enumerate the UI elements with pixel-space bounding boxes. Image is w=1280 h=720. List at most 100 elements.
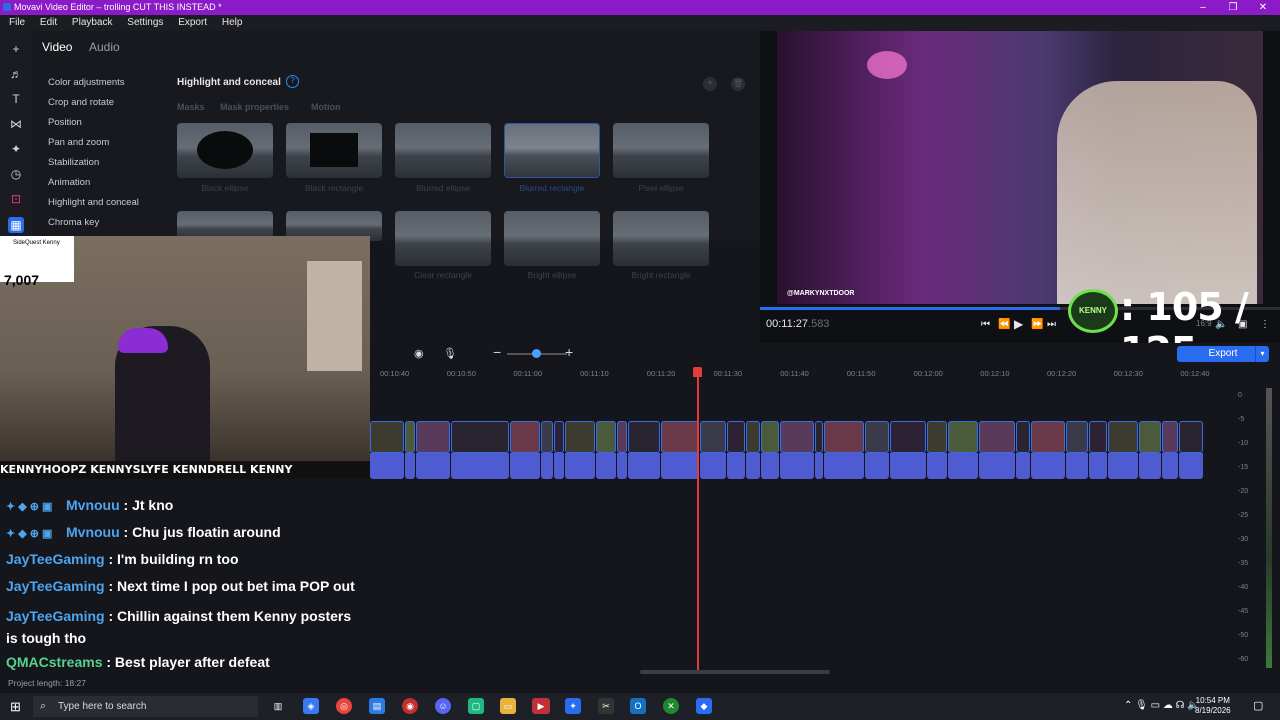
prop-pan-zoom[interactable]: Pan and zoom [48,137,109,148]
clock[interactable]: 10:54 PM 8/19/2026 [1195,696,1231,716]
audio-waveform[interactable] [1016,453,1030,479]
music-icon[interactable]: ♬ [8,66,24,82]
audio-waveform[interactable] [927,453,947,479]
prop-crop-rotate[interactable]: Crop and rotate [48,97,114,108]
timeline-scrollbar[interactable] [640,670,830,674]
minimize-button[interactable]: – [1186,0,1220,15]
notification-icon[interactable]: ▢ [1253,699,1263,712]
audio-waveform[interactable] [815,453,823,479]
prop-animation[interactable]: Animation [48,177,90,188]
step-back-icon[interactable]: ⏪ [998,319,1010,330]
video-clip[interactable] [780,421,814,453]
audio-waveform[interactable] [746,453,760,479]
video-clip[interactable] [617,421,627,453]
audio-waveform[interactable] [1139,453,1161,479]
audio-waveform[interactable] [416,453,450,479]
microphone-icon[interactable]: 🎙 [443,347,457,360]
video-clip[interactable] [1066,421,1088,453]
audio-waveform[interactable] [700,453,726,479]
titles-icon[interactable]: T [8,91,24,107]
stickers-icon[interactable]: ◷ [8,166,24,182]
effect-black-rectangle[interactable] [286,123,382,178]
video-clip[interactable] [596,421,616,453]
prop-chroma-key[interactable]: Chroma key [48,217,99,228]
video-editor-icon[interactable]: ▶ [532,698,550,714]
capcut-icon[interactable]: ✂ [598,698,614,714]
audio-waveform[interactable] [890,453,926,479]
audio-waveform[interactable] [510,453,540,479]
subtab-mask-properties[interactable]: Mask properties [220,102,289,112]
prop-stabilization[interactable]: Stabilization [48,157,99,168]
copilot-icon[interactable]: ◈ [303,698,319,714]
video-clip[interactable] [1179,421,1203,453]
audio-waveform[interactable] [596,453,616,479]
xbox-icon[interactable]: ✕ [663,698,679,714]
file-explorer-icon[interactable]: ▭ [500,698,516,714]
effect-black-ellipse[interactable] [177,123,273,178]
audio-waveform[interactable] [617,453,627,479]
audio-waveform[interactable] [628,453,660,479]
export-button[interactable]: Export ▾ [1177,346,1269,362]
subtab-masks[interactable]: Masks [177,102,205,112]
video-clip[interactable] [865,421,889,453]
video-clip[interactable] [824,421,864,453]
video-clip[interactable] [541,421,553,453]
chevron-down-icon[interactable]: ▾ [1255,346,1269,362]
task-view-icon[interactable]: ▥ [270,698,286,714]
restore-button[interactable]: ❐ [1216,0,1250,15]
prop-color-adjustments[interactable]: Color adjustments [48,77,125,88]
tray-icons[interactable]: ⌃ 🎙 ▭ ☁ ☊ 🔈 [1124,700,1200,711]
skip-start-icon[interactable]: ⏮ [981,319,990,330]
video-clip[interactable] [1139,421,1161,453]
movavi-icon[interactable]: ✦ [565,698,581,714]
effect-blurred-rectangle[interactable] [504,123,600,178]
menu-playback[interactable]: Playback [72,17,113,28]
menu-file[interactable]: File [9,17,25,28]
skip-end-icon[interactable]: ⏭ [1047,319,1056,330]
audio-waveform[interactable] [1031,453,1065,479]
video-clip[interactable] [628,421,660,453]
video-clip[interactable] [661,421,699,453]
audio-waveform[interactable] [1066,453,1088,479]
menu-help[interactable]: Help [222,17,243,28]
chrome-icon[interactable]: ◎ [336,698,352,714]
effect-bright-ellipse[interactable] [504,211,600,266]
audio-waveform[interactable] [865,453,889,479]
effect-pixel-ellipse[interactable] [613,123,709,178]
windows-start-icon[interactable]: ⊞ [10,699,21,715]
audio-waveform[interactable] [565,453,595,479]
video-clip[interactable] [510,421,540,453]
effect-clear-rectangle[interactable] [395,211,491,266]
media-store-icon[interactable]: ⊡ [8,191,24,207]
playhead[interactable] [697,367,699,672]
video-clip[interactable] [565,421,595,453]
audio-waveform[interactable] [1089,453,1107,479]
app-icon-blue[interactable]: ◆ [696,698,712,714]
menu-export[interactable]: Export [178,17,207,28]
video-clip[interactable] [416,421,450,453]
step-forward-icon[interactable]: ⏩ [1031,319,1043,330]
video-clip[interactable] [1162,421,1178,453]
audio-waveform[interactable] [451,453,509,479]
audio-waveform[interactable] [1179,453,1203,479]
video-clip[interactable] [405,421,415,453]
audio-waveform[interactable] [1108,453,1138,479]
add-mask-icon[interactable]: + [703,77,717,91]
effect-blurred-ellipse[interactable] [395,123,491,178]
video-clip[interactable] [948,421,978,453]
play-icon[interactable]: ▶ [1014,317,1023,331]
zoom-slider-handle[interactable] [532,349,541,358]
effect-bright-rectangle[interactable] [613,211,709,266]
audio-waveform[interactable] [780,453,814,479]
zoom-in-icon[interactable]: + [565,344,573,360]
video-clip[interactable] [979,421,1015,453]
filters-icon[interactable]: ✦ [8,141,24,157]
store-icon[interactable]: ▤ [369,698,385,714]
more-tools-icon[interactable]: ▦ [8,217,24,233]
help-icon[interactable]: ? [286,75,299,88]
audio-waveform[interactable] [824,453,864,479]
transitions-icon[interactable]: ⋈ [8,116,24,132]
video-clip[interactable] [1031,421,1065,453]
video-clip[interactable] [554,421,564,453]
video-clip[interactable] [1108,421,1138,453]
